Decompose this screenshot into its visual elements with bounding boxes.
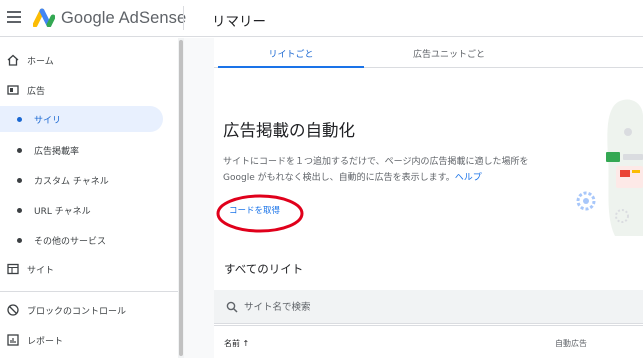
brand-name: Google AdSense <box>61 9 187 27</box>
sidebar-item-reports[interactable]: レポート <box>0 326 178 354</box>
active-highlight <box>0 106 163 132</box>
get-code-button[interactable]: コードを取得 <box>229 204 280 216</box>
site-search-bar <box>214 290 643 324</box>
auto-ads-description: サイトにコードを１つ追加するだけで、ページ内の広告掲載に適した場所を Googl… <box>223 154 563 186</box>
site-search-input[interactable] <box>244 298 624 316</box>
bullet-icon <box>17 148 22 153</box>
sidebar-item-sites-sub[interactable]: サイリ <box>0 105 178 133</box>
auto-ads-title: 広告掲載の自動化 <box>223 121 355 140</box>
help-link[interactable]: ヘルプ <box>455 173 482 183</box>
sidebar-item-ads[interactable]: 広告 <box>0 76 178 104</box>
ads-icon <box>7 85 19 95</box>
sidebar-scrollbar[interactable] <box>179 40 183 356</box>
sites-icon <box>7 263 19 275</box>
sidebar-item-sites[interactable]: サイト <box>0 255 178 283</box>
search-icon <box>226 301 238 313</box>
sidebar-item-label: 広告掲載率 <box>34 146 80 157</box>
sidebar-item-ad-rate[interactable]: 広告掲載率 <box>0 136 178 164</box>
sidebar-item-label: その他のサービス <box>34 236 107 247</box>
sidebar-item-blocking-controls[interactable]: ブロックのコントロール <box>0 296 178 324</box>
auto-ads-description-text: サイトにコードを１つ追加するだけで、ページ内の広告掲載に適した場所を Googl… <box>223 157 529 183</box>
sidebar-item-label: ホーム <box>27 56 54 67</box>
bullet-icon <box>17 238 22 243</box>
report-icon <box>7 334 19 346</box>
bullet-icon <box>17 117 22 122</box>
sidebar-item-label: サイト <box>27 265 55 276</box>
sidebar-item-home[interactable]: ホーム <box>0 46 178 74</box>
home-icon <box>7 54 19 66</box>
bullet-icon <box>17 208 22 213</box>
menu-icon[interactable] <box>7 11 21 23</box>
sidebar-item-other-services[interactable]: その他のサービス <box>0 226 178 254</box>
bullet-icon <box>17 178 22 183</box>
sidebar-item-label: レポート <box>27 336 64 347</box>
sidebar-item-label: カスタム チャネル <box>34 176 109 187</box>
column-header-name[interactable]: 名前 ↑ <box>224 338 249 349</box>
sidebar-item-label: サイリ <box>34 115 62 126</box>
adsense-logo-icon <box>33 8 55 27</box>
sidebar: ホーム 広告 サイリ 広告掲載率 カスタム チャネル URL チャネル その他の… <box>0 38 178 358</box>
sidebar-item-url-channels[interactable]: URL チャネル <box>0 196 178 224</box>
tab-by-site[interactable]: リイトごと <box>218 38 364 68</box>
sites-table-header: 名前 ↑ 自動広告 <box>214 325 643 358</box>
tab-bar: リイトごと 広告ユニットごと <box>214 38 643 68</box>
auto-ads-illustration <box>576 99 643 236</box>
sidebar-item-label: ブロックのコントロール <box>27 306 127 317</box>
page-title: リマリー <box>212 14 266 30</box>
block-icon <box>7 304 19 316</box>
header-divider <box>183 6 184 30</box>
sidebar-divider <box>0 291 178 292</box>
sidebar-item-label: URL チャネル <box>34 206 91 217</box>
tab-by-ad-unit[interactable]: 広告ユニットごと <box>364 38 534 68</box>
sidebar-item-label: 広告 <box>27 86 46 97</box>
top-app-bar: Google AdSense リマリー <box>0 0 643 37</box>
all-sites-heading: すべてのリイト <box>224 262 304 276</box>
column-header-auto-ads[interactable]: 自動広告 <box>555 338 587 349</box>
sidebar-item-custom-channels[interactable]: カスタム チャネル <box>0 166 178 194</box>
active-tab-indicator <box>218 66 364 68</box>
